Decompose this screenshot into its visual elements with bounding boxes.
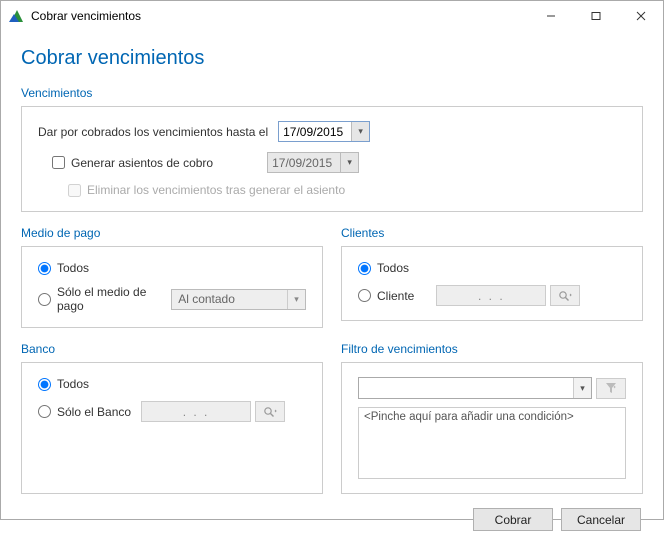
medio-todos-radio[interactable]: Todos — [38, 261, 89, 275]
content-area: Cobrar vencimientos Vencimientos Dar por… — [1, 31, 663, 545]
clientes-cliente-label: Cliente — [377, 289, 414, 303]
clientes-todos-label: Todos — [377, 261, 409, 275]
clientes-box: Todos Cliente . . . — [341, 246, 643, 321]
banco-todos-input[interactable] — [38, 378, 51, 391]
section-label-vencimientos: Vencimientos — [21, 86, 643, 100]
page-title: Cobrar vencimientos — [21, 47, 643, 70]
chevron-down-icon: ▾ — [287, 290, 305, 309]
generate-entries-checkbox[interactable]: Generar asientos de cobro — [52, 156, 213, 170]
clientes-todos-radio[interactable]: Todos — [358, 261, 409, 275]
banco-todos-radio[interactable]: Todos — [38, 377, 89, 391]
chevron-down-icon[interactable]: ▾ — [573, 378, 591, 398]
chevron-down-icon[interactable]: ▾ — [351, 122, 369, 141]
medio-solo-label: Sólo el medio de pago — [57, 285, 162, 313]
cliente-code-field: . . . — [436, 285, 546, 306]
section-label-medio: Medio de pago — [21, 226, 323, 240]
medio-todos-label: Todos — [57, 261, 89, 275]
medio-select: Al contado ▾ — [171, 289, 306, 310]
cliente-lookup-button — [550, 285, 580, 306]
banco-solo-label: Sólo el Banco — [57, 405, 131, 419]
until-date-input[interactable] — [279, 122, 351, 141]
entries-date-input — [268, 153, 340, 172]
entries-date-picker: ▾ — [267, 152, 359, 173]
generate-entries-input[interactable] — [52, 156, 65, 169]
medio-select-value: Al contado — [172, 290, 287, 309]
delete-after-label: Eliminar los vencimientos tras generar e… — [87, 183, 345, 197]
maximize-button[interactable] — [573, 1, 618, 31]
section-label-clientes: Clientes — [341, 226, 643, 240]
filter-condition-list[interactable]: <Pinche aquí para añadir una condición> — [358, 407, 626, 479]
banco-box: Todos Sólo el Banco . . . — [21, 362, 323, 494]
chevron-down-icon: ▾ — [340, 153, 358, 172]
search-icon — [263, 406, 277, 418]
filter-apply-button — [596, 378, 626, 399]
clientes-todos-input[interactable] — [358, 262, 371, 275]
close-button[interactable] — [618, 1, 663, 31]
vencimientos-box: Dar por cobrados los vencimientos hasta … — [21, 106, 643, 212]
dialog-window: Cobrar vencimientos Cobrar vencimientos … — [0, 0, 664, 520]
titlebar: Cobrar vencimientos — [1, 1, 663, 31]
section-label-filtro: Filtro de vencimientos — [341, 342, 643, 356]
filter-placeholder: <Pinche aquí para añadir una condición> — [364, 411, 574, 423]
minimize-icon — [546, 11, 556, 21]
clientes-cliente-radio[interactable]: Cliente — [358, 289, 414, 303]
funnel-icon — [605, 382, 617, 394]
banco-solo-input[interactable] — [38, 405, 51, 418]
minimize-button[interactable] — [528, 1, 573, 31]
filtro-box: ▾ <Pinche aquí para añadir una condición… — [341, 362, 643, 494]
until-label: Dar por cobrados los vencimientos hasta … — [38, 125, 268, 139]
banco-code-field: . . . — [141, 401, 251, 422]
delete-after-input — [68, 184, 81, 197]
generate-entries-label: Generar asientos de cobro — [71, 156, 213, 170]
medio-solo-radio[interactable]: Sólo el medio de pago — [38, 285, 162, 313]
search-icon — [558, 290, 572, 302]
filter-combo[interactable]: ▾ — [358, 377, 592, 399]
medio-todos-input[interactable] — [38, 262, 51, 275]
medio-box: Todos Sólo el medio de pago Al contado ▾ — [21, 246, 323, 328]
maximize-icon — [591, 11, 601, 21]
banco-todos-label: Todos — [57, 377, 89, 391]
window-title: Cobrar vencimientos — [31, 9, 528, 23]
clientes-cliente-input[interactable] — [358, 289, 371, 302]
medio-solo-input[interactable] — [38, 293, 51, 306]
section-label-banco: Banco — [21, 342, 323, 356]
until-date-picker[interactable]: ▾ — [278, 121, 370, 142]
delete-after-checkbox: Eliminar los vencimientos tras generar e… — [68, 183, 345, 197]
banco-solo-radio[interactable]: Sólo el Banco — [38, 405, 131, 419]
close-icon — [636, 11, 646, 21]
filter-combo-value — [359, 378, 573, 398]
banco-lookup-button — [255, 401, 285, 422]
app-icon — [9, 8, 25, 24]
